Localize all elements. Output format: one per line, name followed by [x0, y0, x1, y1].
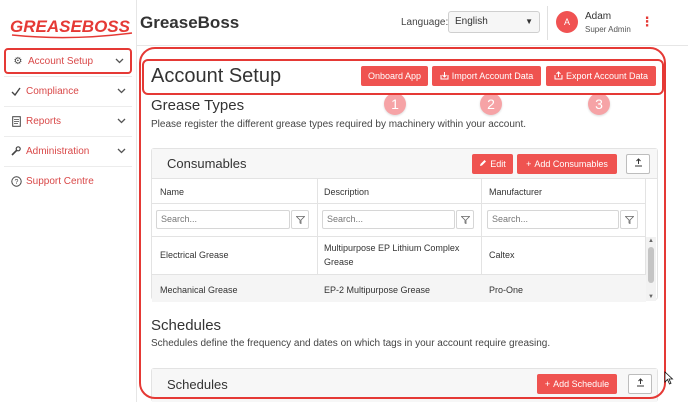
schedules-description: Schedules define the frequency and dates… — [151, 338, 551, 349]
add-schedule-button[interactable]: + Add Schedule — [537, 374, 617, 394]
filter-clear-icon[interactable] — [291, 210, 309, 229]
schedules-card: Schedules + Add Schedule — [151, 368, 658, 402]
header-divider-line — [151, 203, 646, 204]
svg-text:?: ? — [14, 179, 18, 186]
column-header-manufacturer[interactable]: Manufacturer — [489, 185, 542, 199]
edit-button[interactable]: Edit — [472, 154, 513, 174]
document-icon — [10, 115, 22, 127]
sidebar-divider — [4, 106, 132, 107]
consumables-card-title: Consumables — [167, 156, 247, 171]
language-label: Language: — [401, 17, 449, 28]
user-name: Adam — [585, 11, 612, 22]
kebab-menu-icon[interactable]: ⋮ — [641, 13, 654, 31]
callout-badge-2: 2 — [480, 93, 502, 115]
edit-label: Edit — [490, 159, 506, 169]
sidebar-item-reports[interactable]: Reports — [4, 108, 132, 134]
sidebar-item-label: Reports — [26, 115, 62, 127]
grease-types-description: Please register the different grease typ… — [151, 119, 527, 130]
avatar[interactable]: A — [556, 11, 578, 33]
user-role: Super Admin — [585, 25, 631, 34]
row2-manufacturer: Pro-One — [489, 285, 524, 295]
callout-badge-1: 1 — [384, 93, 406, 115]
page-title: Account Setup — [151, 65, 282, 87]
sidebar-item-compliance[interactable]: Compliance — [4, 78, 132, 104]
language-select[interactable]: English ▼ — [448, 11, 540, 33]
app-title: GreaseBoss — [140, 13, 240, 32]
help-icon: ? — [10, 175, 22, 187]
table-scrollbar[interactable]: ▲ ▼ — [646, 237, 656, 301]
grease-types-title: Grease Types — [151, 97, 245, 114]
column-header-name[interactable]: Name — [160, 185, 184, 199]
row2-description: EP-2 Multipurpose Grease — [324, 285, 431, 295]
logo-text: GREASEBOSS — [10, 17, 131, 36]
export-account-data-label: Export Account Data — [565, 71, 649, 81]
scroll-down-icon[interactable]: ▼ — [646, 293, 656, 301]
schedules-card-header: Schedules + Add Schedule — [152, 369, 657, 402]
row1-manufacturer: Caltex — [489, 250, 515, 260]
sidebar-divider — [4, 76, 132, 77]
add-consumables-label: Add Consumables — [534, 159, 608, 169]
chevron-down-icon — [116, 116, 126, 126]
import-icon — [440, 71, 449, 82]
top-header: GreaseBoss Language: English ▼ A Adam Su… — [137, 0, 688, 46]
language-value: English — [455, 16, 488, 27]
column-header-description[interactable]: Description — [324, 185, 369, 199]
consumables-card-header: Consumables Edit + Add Consumables — [152, 149, 657, 179]
sidebar-divider — [4, 166, 132, 167]
plus-icon: + — [544, 379, 551, 389]
import-account-data-button[interactable]: Import Account Data — [432, 66, 541, 86]
onboard-app-button[interactable]: Onboard App — [361, 66, 428, 86]
export-icon — [554, 70, 563, 82]
import-account-data-label: Import Account Data — [451, 71, 534, 81]
sidebar-item-label: Administration — [26, 145, 90, 157]
wrench-icon — [10, 145, 22, 157]
sidebar-item-administration[interactable]: Administration — [4, 138, 132, 164]
schedules-card-title: Schedules — [167, 377, 228, 392]
check-icon — [10, 85, 22, 97]
sidebar-item-label: Support Centre — [26, 175, 94, 187]
add-schedule-label: Add Schedule — [553, 379, 610, 389]
row2-name: Mechanical Grease — [160, 285, 238, 295]
upload-icon — [634, 158, 643, 170]
add-consumables-button[interactable]: + Add Consumables — [517, 154, 617, 174]
header-divider — [547, 6, 548, 40]
row1-description-line2: Grease — [324, 257, 354, 267]
pencil-icon — [479, 159, 487, 169]
export-account-data-button[interactable]: Export Account Data — [546, 66, 656, 86]
schedules-title: Schedules — [151, 317, 222, 334]
description-filter-input[interactable]: Search... — [322, 210, 455, 229]
filter-divider-line — [151, 236, 646, 237]
sidebar-divider — [4, 136, 132, 137]
chevron-down-icon — [114, 56, 124, 66]
export-schedules-button[interactable] — [628, 374, 652, 394]
sidebar-item-label: Account Setup — [28, 55, 94, 67]
upload-icon — [636, 378, 645, 390]
row1-description-line1: Multipurpose EP Lithium Complex — [324, 243, 460, 253]
caret-down-icon: ▼ — [525, 17, 533, 26]
row1-name: Electrical Grease — [160, 250, 229, 260]
chevron-down-icon — [116, 86, 126, 96]
filter-clear-icon[interactable] — [456, 210, 474, 229]
filter-clear-icon[interactable] — [620, 210, 638, 229]
mouse-cursor-icon — [664, 371, 674, 385]
sidebar-item-support-centre[interactable]: ? Support Centre — [4, 168, 132, 194]
greaseboss-logo[interactable]: GREASEBOSS — [10, 11, 134, 39]
onboard-app-label: Onboard App — [367, 71, 422, 81]
sidebar-item-label: Compliance — [26, 85, 79, 97]
chevron-down-icon — [116, 146, 126, 156]
plus-icon: + — [526, 159, 532, 169]
sidebar-item-account-setup[interactable]: ⚙ Account Setup — [4, 48, 132, 74]
name-filter-input[interactable]: Search... — [156, 210, 290, 229]
export-table-button[interactable] — [626, 154, 650, 174]
callout-badge-3: 3 — [588, 93, 610, 115]
scroll-thumb[interactable] — [648, 247, 654, 283]
scroll-up-icon[interactable]: ▲ — [646, 237, 656, 245]
gear-icon: ⚙ — [13, 55, 23, 67]
manufacturer-filter-input[interactable]: Search... — [487, 210, 619, 229]
